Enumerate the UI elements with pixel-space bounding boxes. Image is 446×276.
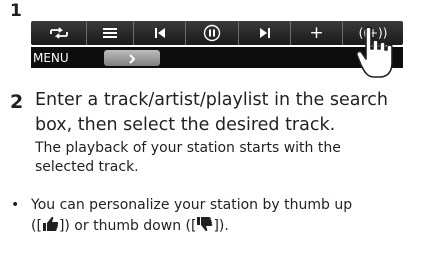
note-line1: You can personalize your station by thum… bbox=[31, 197, 353, 213]
thumb-up-icon bbox=[41, 216, 59, 238]
step2-instruction-line2: box, then select the desired track. bbox=[35, 115, 336, 135]
pause-button[interactable] bbox=[186, 21, 239, 45]
chevron-right-icon bbox=[128, 49, 136, 68]
shuffle-repeat-icon bbox=[49, 27, 69, 39]
step-number-2: 2 bbox=[10, 91, 24, 113]
bullet: • bbox=[11, 197, 20, 213]
next-track-button[interactable] bbox=[239, 21, 291, 45]
menu-label: MENU bbox=[33, 51, 69, 65]
note-line2-part-c: ]). bbox=[213, 218, 229, 234]
note-line2: ([ ]) or thumb down ([ ]). bbox=[31, 216, 229, 238]
menu-bar bbox=[31, 47, 403, 68]
step2-instruction-line1: Enter a track/artist/playlist in the sea… bbox=[35, 90, 389, 110]
list-button[interactable] bbox=[87, 21, 134, 45]
note-line2-part-a: ([ bbox=[31, 218, 42, 234]
add-button[interactable]: + bbox=[291, 21, 343, 45]
pause-icon bbox=[203, 24, 221, 42]
step2-note-line2: selected track. bbox=[35, 159, 139, 175]
playback-toolbar: + ((+)) bbox=[31, 21, 403, 45]
shuffle-repeat-button[interactable] bbox=[31, 21, 87, 45]
pointing-hand-icon bbox=[352, 25, 412, 85]
step-number-1: 1 bbox=[10, 1, 22, 21]
note-line2-part-b: ]) or thumb down ([ bbox=[58, 218, 197, 234]
step2-note-line1: The playback of your station starts with… bbox=[35, 140, 341, 156]
next-track-icon bbox=[259, 27, 271, 39]
previous-track-button[interactable] bbox=[134, 21, 186, 45]
list-icon bbox=[103, 27, 117, 39]
menu-expand-button[interactable] bbox=[104, 50, 160, 66]
thumb-down-icon bbox=[196, 216, 213, 238]
previous-track-icon bbox=[154, 27, 166, 39]
